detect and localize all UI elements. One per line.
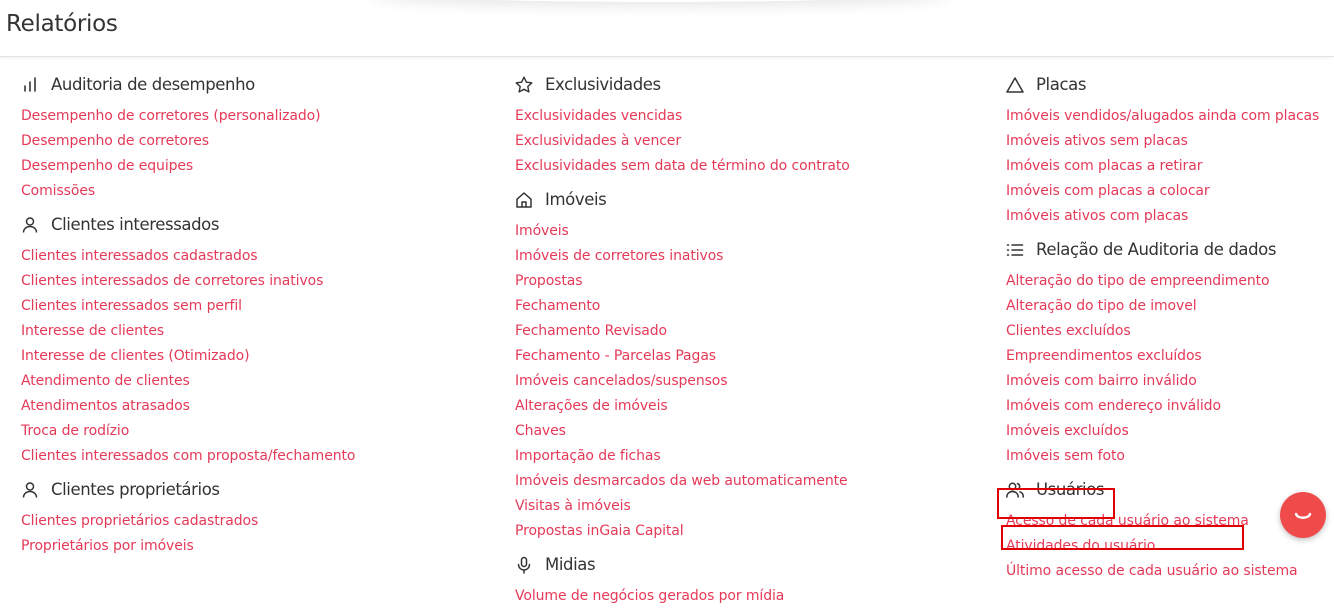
link-list: Volume de negócios gerados por mídia [515,582,995,607]
report-link[interactable]: Imóveis ativos sem placas [1006,133,1188,149]
report-link[interactable]: Imóveis cancelados/suspensos [515,373,728,389]
section-title: Relação de Auditoria de dados [1036,240,1277,259]
report-link[interactable]: Alteração do tipo de imovel [1006,298,1197,314]
report-link[interactable]: Desempenho de corretores [21,133,209,149]
section-header-auditoria-desempenho: Auditoria de desempenho [21,70,501,99]
users-icon [1004,479,1026,501]
report-link[interactable]: Fechamento [515,298,600,314]
report-link[interactable]: Fechamento Revisado [515,323,667,339]
report-link[interactable]: Imóveis sem foto [1006,448,1125,464]
report-link[interactable]: Importação de fichas [515,448,661,464]
header-bar: Relatórios [0,0,1334,57]
report-link[interactable]: Imóveis com placas a retirar [1006,158,1202,174]
reports-column-3: Placas Imóveis vendidos/alugados ainda c… [1006,70,1326,590]
report-link[interactable]: Clientes interessados cadastrados [21,248,258,264]
section-header-clientes-interessados: Clientes interessados [21,210,501,239]
link-list: Clientes interessados cadastrados Client… [21,242,501,467]
reports-column-2: Exclusividades Exclusividades vencidas E… [515,70,995,615]
link-list: Imóveis Imóveis de corretores inativos P… [515,217,995,542]
report-link[interactable]: Troca de rodízio [21,423,129,439]
report-link[interactable]: Comissões [21,183,95,199]
report-link[interactable]: Clientes proprietários cadastrados [21,513,258,529]
bar-chart-icon [19,74,41,96]
report-link[interactable]: Desempenho de corretores (personalizado) [21,108,321,124]
chat-smile-icon [1292,504,1314,526]
report-link[interactable]: Exclusividades sem data de término do co… [515,158,850,174]
chat-button[interactable] [1280,492,1326,538]
section-title: Midias [545,555,596,574]
person-icon [19,479,41,501]
report-link[interactable]: Interesse de clientes (Otimizado) [21,348,250,364]
report-link[interactable]: Imóveis de corretores inativos [515,248,723,264]
report-link[interactable]: Imóveis com endereço inválido [1006,398,1221,414]
report-link[interactable]: Proprietários por imóveis [21,538,194,554]
report-link[interactable]: Imóveis vendidos/alugados ainda com plac… [1006,108,1319,124]
section-title: Auditoria de desempenho [51,75,255,94]
triangle-icon [1004,74,1026,96]
section-title: Clientes proprietários [51,480,220,499]
report-link[interactable]: Último acesso de cada usuário ao sistema [1006,563,1298,579]
report-link[interactable]: Alteração do tipo de empreendimento [1006,273,1270,289]
section-title: Exclusividades [545,75,661,94]
report-link[interactable]: Clientes excluídos [1006,323,1131,339]
header-shadow [370,0,950,2]
report-link[interactable]: Imóveis com bairro inválido [1006,373,1197,389]
report-link[interactable]: Propostas [515,273,583,289]
section-header-clientes-proprietarios: Clientes proprietários [21,475,501,504]
section-header-usuarios: Usuários [1006,475,1326,504]
report-link[interactable]: Imóveis com placas a colocar [1006,183,1210,199]
report-link[interactable]: Interesse de clientes [21,323,164,339]
section-header-imoveis: Imóveis [515,185,995,214]
section-header-placas: Placas [1006,70,1326,99]
report-link[interactable]: Alterações de imóveis [515,398,668,414]
link-list: Clientes proprietários cadastrados Propr… [21,507,501,557]
microphone-icon [513,554,535,576]
section-title: Imóveis [545,190,607,209]
person-icon [19,214,41,236]
section-title: Clientes interessados [51,215,220,234]
report-link[interactable]: Clientes interessados com proposta/fecha… [21,448,355,464]
link-list: Desempenho de corretores (personalizado)… [21,102,501,202]
report-link[interactable]: Exclusividades vencidas [515,108,682,124]
report-link[interactable]: Visitas à imóveis [515,498,631,514]
section-title: Usuários [1036,480,1105,499]
report-link[interactable]: Atendimento de clientes [21,373,190,389]
link-list: Acesso de cada usuário ao sistema Ativid… [1006,507,1326,582]
reports-column-1: Auditoria de desempenho Desempenho de co… [21,70,501,565]
report-link[interactable]: Imóveis excluídos [1006,423,1129,439]
report-link[interactable]: Imóveis desmarcados da web automaticamen… [515,473,848,489]
report-link[interactable]: Imóveis [515,223,569,239]
report-link[interactable]: Atendimentos atrasados [21,398,190,414]
report-link[interactable]: Propostas inGaia Capital [515,523,684,539]
section-title: Placas [1036,75,1087,94]
link-list: Alteração do tipo de empreendimento Alte… [1006,267,1326,467]
report-link[interactable]: Exclusividades à vencer [515,133,681,149]
report-link[interactable]: Atividades do usuário [1006,538,1155,554]
page-title: Relatórios [6,11,118,37]
report-link[interactable]: Chaves [515,423,566,439]
section-header-auditoria-dados: Relação de Auditoria de dados [1006,235,1326,264]
list-icon [1004,239,1026,261]
section-header-exclusividades: Exclusividades [515,70,995,99]
report-link[interactable]: Acesso de cada usuário ao sistema [1006,513,1249,529]
report-link[interactable]: Desempenho de equipes [21,158,193,174]
report-link[interactable]: Imóveis ativos com placas [1006,208,1188,224]
link-list: Imóveis vendidos/alugados ainda com plac… [1006,102,1326,227]
star-icon [513,74,535,96]
report-link[interactable]: Empreendimentos excluídos [1006,348,1202,364]
section-header-midias: Midias [515,550,995,579]
report-link[interactable]: Clientes interessados de corretores inat… [21,273,323,289]
home-icon [513,189,535,211]
report-link[interactable]: Fechamento - Parcelas Pagas [515,348,716,364]
link-list: Exclusividades vencidas Exclusividades à… [515,102,995,177]
report-link[interactable]: Volume de negócios gerados por mídia [515,588,784,604]
report-link[interactable]: Clientes interessados sem perfil [21,298,242,314]
